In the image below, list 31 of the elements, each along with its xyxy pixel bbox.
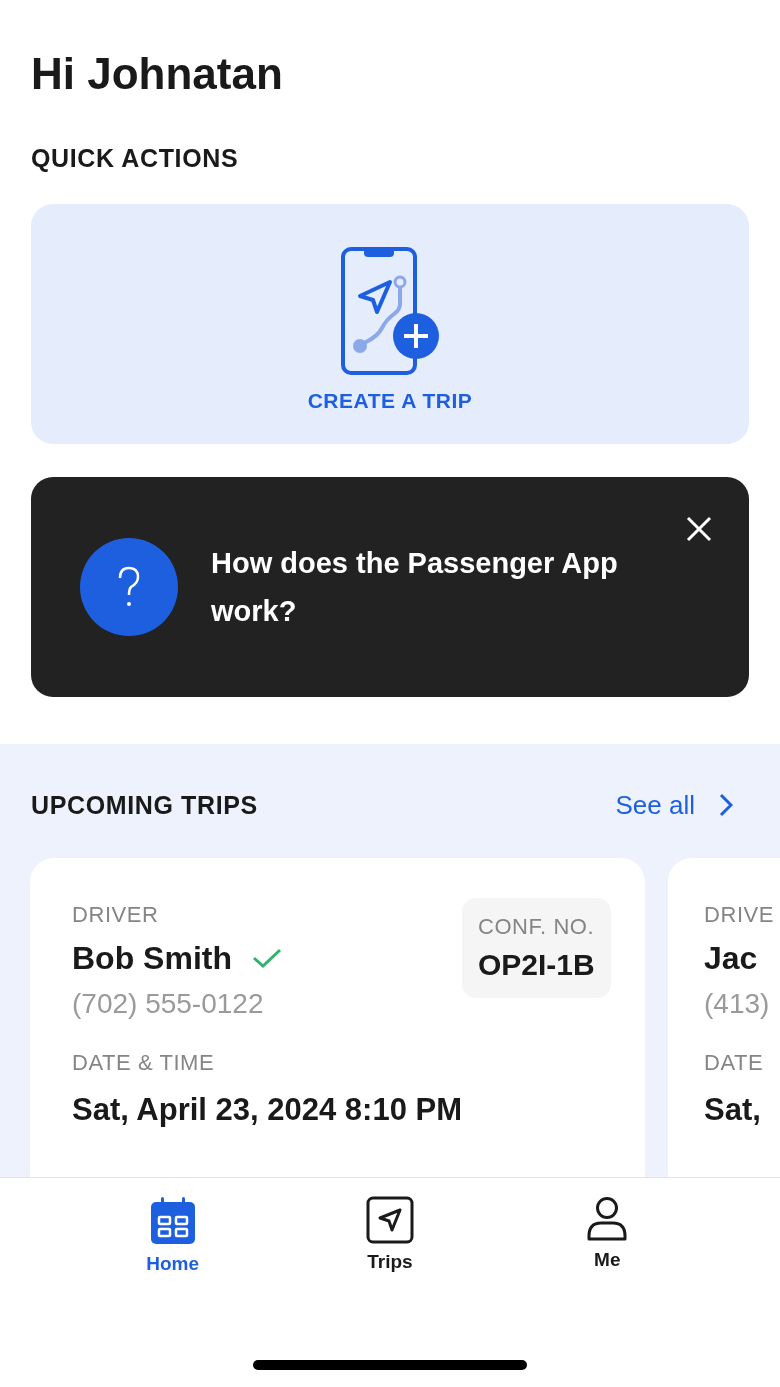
trip-date: Sat, April 23, 2024 8:10 PM [72,1094,462,1125]
trip-card[interactable]: DRIVE Jac (413) DATE Sat, [668,858,780,1177]
help-card[interactable]: How does the Passenger App work? [31,477,749,697]
chevron-right-icon [719,793,733,817]
driver-phone: (413) [704,990,771,1018]
nav-tab[interactable]: Trips [325,1196,455,1273]
person-icon [585,1196,630,1242]
section-title: QUICK ACTIONS [31,146,240,171]
phone-route-icon [340,245,440,376]
nav-tab[interactable]: Me [542,1196,673,1273]
confirmation-number: OP2I-1B [478,950,595,980]
section-title: UPCOMING TRIPS [31,792,258,818]
see-all-link[interactable]: See all [615,792,749,818]
driver-label: DRIVER [72,904,160,926]
trip-card[interactable]: DRIVER Bob Smith (702) 555-0122 DATE & TIME Sat, April 23, 2024 8:10 PM CONF. NO. OP2I-1B [30,858,645,1177]
driver-label: DRIVE [704,904,774,926]
date-label: DATE [704,1052,765,1074]
create-trip-button[interactable]: CREATE A TRIP [31,204,749,444]
calendar-icon [148,1196,197,1246]
driver-name: Jac [704,942,758,974]
close-icon [686,516,712,542]
create-trip-label: CREATE A TRIP [307,389,473,411]
question-icon [80,538,178,636]
help-title: How does the Passenger App work? [211,546,619,629]
driver-phone: (702) 555-0122 [72,990,265,1018]
confirmation-label: CONF. NO. [478,916,595,938]
date-label: DATE & TIME [72,1052,216,1074]
nav-tab[interactable]: Home [107,1196,238,1273]
greeting-title: Hi Johnatan [31,52,284,96]
driver-name: Bob Smith [72,942,232,974]
trip-date: Sat, [704,1094,762,1125]
